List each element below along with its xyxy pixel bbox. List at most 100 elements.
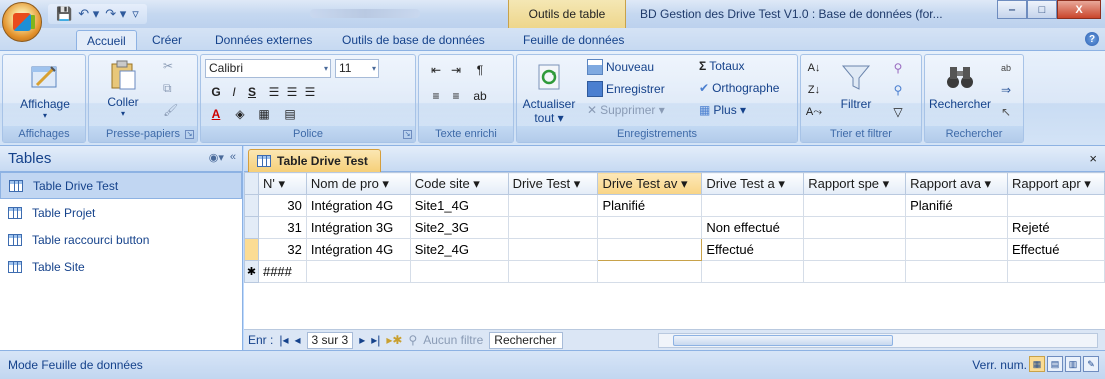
column-header[interactable]: Drive Test ▾: [507, 172, 599, 195]
tab-outils-bdd[interactable]: Outils de base de données: [342, 30, 485, 50]
actualiser-button[interactable]: Actualiser tout ▾: [521, 61, 577, 125]
table-cell[interactable]: [803, 194, 907, 217]
totaux-button[interactable]: Σ Totaux: [699, 59, 745, 73]
table-cell[interactable]: Effectué: [1007, 238, 1105, 261]
nav-menu-icon[interactable]: ◉▾: [209, 151, 224, 164]
datasheet-view-icon[interactable]: ▦: [1029, 356, 1045, 372]
help-icon[interactable]: ?: [1085, 32, 1099, 46]
alt-fill-icon[interactable]: ▤: [281, 105, 299, 123]
clipboard-launcher-icon[interactable]: ↘: [185, 130, 194, 139]
sort-asc-icon[interactable]: A↓: [805, 59, 823, 77]
table-cell[interactable]: [409, 260, 509, 283]
row-selector[interactable]: [244, 194, 259, 217]
highlight-icon[interactable]: ab: [471, 87, 489, 105]
pivottable-view-icon[interactable]: ▤: [1047, 356, 1063, 372]
first-record-icon[interactable]: |◂: [279, 333, 288, 347]
tab-feuille-de-donnees[interactable]: Feuille de données: [523, 30, 624, 50]
office-button[interactable]: [2, 2, 42, 42]
tab-creer[interactable]: Créer: [152, 30, 182, 50]
row-selector-current[interactable]: [244, 238, 259, 261]
nav-item-table-site[interactable]: Table Site: [0, 253, 242, 280]
redo-icon[interactable]: ↷ ▾: [105, 6, 126, 22]
table-cell[interactable]: Site2_3G: [409, 216, 509, 239]
nouveau-button[interactable]: Nouveau: [587, 59, 654, 75]
table-cell[interactable]: [507, 216, 599, 239]
row-selector[interactable]: [244, 216, 259, 239]
selection-filter-icon[interactable]: ⚲: [889, 59, 907, 77]
column-header[interactable]: Drive Test a ▾: [701, 172, 805, 195]
close-button[interactable]: X: [1057, 0, 1101, 19]
cut-icon[interactable]: ✂: [163, 59, 173, 73]
nav-pane-header[interactable]: Tables ◉▾ «: [0, 146, 242, 172]
table-cell[interactable]: Rejeté: [1007, 216, 1105, 239]
table-cell[interactable]: [597, 216, 703, 239]
maximize-button[interactable]: □: [1027, 0, 1057, 19]
column-header[interactable]: Rapport ava ▾: [905, 172, 1008, 195]
table-cell[interactable]: [803, 216, 907, 239]
supprimer-button[interactable]: ✕ Supprimer ▾: [587, 103, 665, 117]
advanced-filter-icon[interactable]: ⚲: [889, 81, 907, 99]
table-cell[interactable]: Non effectué: [701, 216, 805, 239]
table-cell[interactable]: [305, 260, 411, 283]
column-header[interactable]: Code site ▾: [409, 172, 509, 195]
table-cell[interactable]: 30: [257, 194, 307, 217]
table-cell[interactable]: [803, 260, 907, 283]
affichage-button[interactable]: Affichage ▾: [9, 61, 81, 120]
column-header[interactable]: Rapport apr ▾: [1007, 172, 1105, 195]
tab-donnees-externes[interactable]: Données externes: [215, 30, 312, 50]
orthographe-button[interactable]: ✔ Orthographe: [699, 81, 779, 95]
format-painter-icon[interactable]: 🖌: [163, 103, 178, 117]
table-cell[interactable]: Effectué: [701, 238, 805, 261]
paragraph-icon[interactable]: ¶: [471, 61, 489, 79]
italic-button[interactable]: I: [225, 83, 243, 101]
table-cell[interactable]: [507, 238, 599, 261]
table-cell[interactable]: Site1_4G: [409, 194, 509, 217]
select-all-cell[interactable]: [244, 172, 259, 195]
plus-button[interactable]: ▦ Plus ▾: [699, 103, 746, 117]
enregistrer-button[interactable]: Enregistrer: [587, 81, 665, 97]
customize-qat-icon[interactable]: ▿: [132, 6, 139, 22]
table-cell[interactable]: Intégration 4G: [305, 194, 411, 217]
table-cell[interactable]: [905, 260, 1008, 283]
table-cell[interactable]: [701, 194, 805, 217]
scrollbar-thumb[interactable]: [673, 335, 893, 346]
table-cell[interactable]: Planifié: [905, 194, 1008, 217]
font-name-select[interactable]: Calibri ▾: [205, 59, 331, 78]
font-size-select[interactable]: 11 ▾: [335, 59, 379, 78]
column-header[interactable]: Nom de pro ▾: [305, 172, 411, 195]
prev-record-icon[interactable]: ◂: [294, 333, 300, 347]
select-icon[interactable]: ↖: [997, 103, 1015, 121]
table-cell[interactable]: ####: [257, 260, 307, 283]
nav-item-table-drive-test[interactable]: Table Drive Test: [0, 172, 242, 199]
copy-icon[interactable]: ⧉: [163, 81, 172, 96]
bullets-icon[interactable]: ≡: [427, 87, 445, 105]
font-launcher-icon[interactable]: ↘: [403, 130, 412, 139]
table-cell[interactable]: [507, 194, 599, 217]
align-center-icon[interactable]: ☰: [283, 83, 301, 101]
nav-item-table-projet[interactable]: Table Projet: [0, 199, 242, 226]
numbering-icon[interactable]: ≡: [447, 87, 465, 105]
design-view-icon[interactable]: ✎: [1083, 356, 1099, 372]
pivotchart-view-icon[interactable]: ▥: [1065, 356, 1081, 372]
tab-accueil[interactable]: Accueil: [76, 30, 137, 50]
align-left-icon[interactable]: ☰: [265, 83, 283, 101]
font-color-icon[interactable]: A: [207, 105, 225, 123]
coller-button[interactable]: Coller ▾: [95, 59, 151, 118]
table-cell[interactable]: Intégration 3G: [305, 216, 411, 239]
fill-color-icon[interactable]: ◈: [231, 105, 249, 123]
bold-button[interactable]: G: [207, 83, 225, 101]
toggle-filter-icon[interactable]: ▽: [889, 103, 907, 121]
table-cell[interactable]: [507, 260, 599, 283]
table-cell[interactable]: [905, 238, 1008, 261]
rechercher-button[interactable]: Rechercher: [927, 61, 993, 111]
save-icon[interactable]: 💾: [56, 6, 72, 22]
table-cell[interactable]: [701, 260, 805, 283]
table-cell[interactable]: Planifié: [597, 194, 703, 217]
table-cell[interactable]: Intégration 4G: [305, 238, 411, 261]
table-cell[interactable]: [905, 216, 1008, 239]
column-header[interactable]: Rapport spe ▾: [803, 172, 907, 195]
table-cell[interactable]: 31: [257, 216, 307, 239]
goto-icon[interactable]: ⇒: [997, 81, 1015, 99]
gridlines-icon[interactable]: ▦: [255, 105, 273, 123]
new-record-nav-icon[interactable]: ▸✱: [386, 333, 402, 347]
